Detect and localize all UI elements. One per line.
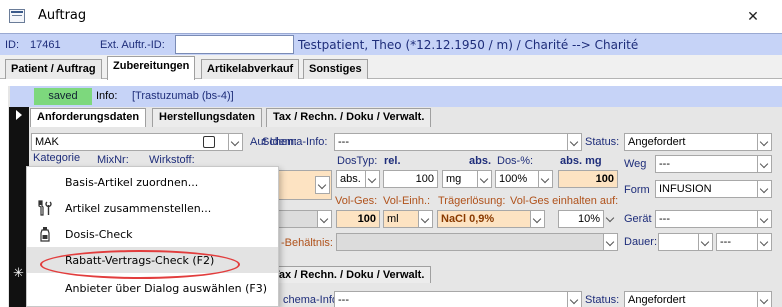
close-button[interactable]: ✕ <box>738 6 768 26</box>
chevron-down-icon[interactable] <box>477 170 492 188</box>
tab-artikelabverkauf[interactable]: Artikelabverkauf <box>201 59 300 79</box>
menu-item-basis-artikel[interactable]: Basis-Artikel zuordnen... <box>27 169 278 195</box>
chevron-down-icon[interactable] <box>757 133 772 151</box>
dauer-label: Dauer: <box>624 236 658 248</box>
behaeltnis-label: -Behältnis: <box>281 237 333 249</box>
status-bar <box>10 86 782 107</box>
chevron-down-icon[interactable] <box>604 210 619 228</box>
chevron-down-icon[interactable] <box>538 170 553 188</box>
tab-herstellungsdaten[interactable]: Herstellungsdaten <box>152 108 262 127</box>
status-select[interactable]: Angefordert <box>624 133 772 151</box>
abs-label: abs. <box>469 155 492 167</box>
status-select-2[interactable]: Angefordert <box>624 291 772 307</box>
extid-input[interactable] <box>175 35 294 54</box>
traeger-select[interactable]: NaCl 0,9% <box>437 210 545 228</box>
chevron-down-icon[interactable] <box>228 133 243 151</box>
menu-item-label: Basis-Artikel zuordnen... <box>65 176 199 189</box>
volges-einhalten-label: Vol-Ges einhalten auf: <box>510 195 619 207</box>
chevron-down-icon[interactable] <box>603 233 618 251</box>
chevron-down-icon[interactable] <box>698 233 713 251</box>
chevron-down-icon[interactable] <box>315 176 330 194</box>
tab-tax-rechn[interactable]: Tax / Rechn. / Doku / Verwalt. <box>266 108 432 127</box>
menu-item-anbieter-dialog[interactable]: Anbieter über Dialog auswählen (F3) <box>27 275 278 301</box>
header-bar: ID: 17461 Ext. Auftr.-ID: Testpatient, T… <box>0 33 782 55</box>
weg-select[interactable]: --- <box>655 155 772 173</box>
current-record-icon <box>16 110 22 120</box>
volges-value[interactable]: 100 <box>336 210 380 228</box>
new-record-icon: ✳ <box>13 265 24 280</box>
title-bar <box>0 0 782 32</box>
geraet-label: Gerät <box>624 213 652 225</box>
weg-label: Weg <box>624 158 647 170</box>
chevron-down-icon[interactable] <box>418 210 433 228</box>
aut-idem-checkbox[interactable] <box>203 136 215 148</box>
chevron-down-icon[interactable] <box>757 155 772 173</box>
tab-patient-auftrag[interactable]: Patient / Auftrag <box>5 59 102 79</box>
chevron-down-icon[interactable] <box>567 291 582 307</box>
abs-mg-value: 100 <box>558 170 618 188</box>
bottle-icon <box>37 226 53 242</box>
context-menu: Basis-Artikel zuordnen... Artikel zusamm… <box>26 166 279 307</box>
tab-anforderungsdaten[interactable]: Anforderungsdaten <box>30 108 147 127</box>
menu-item-label: Anbieter über Dialog auswählen (F3) <box>65 282 268 295</box>
info-value: [Trastuzumab (bs-4)] <box>132 90 234 102</box>
menu-item-artikel-zusammenstellen[interactable]: Artikel zusammenstellen... <box>27 195 278 221</box>
info-label: Info: <box>96 90 118 102</box>
window-title: Auftrag <box>38 8 87 23</box>
geraet-select[interactable]: --- <box>655 210 772 228</box>
chevron-down-icon[interactable] <box>530 210 545 228</box>
form-select[interactable]: INFUSION <box>655 180 772 198</box>
chevron-down-icon[interactable] <box>567 133 582 151</box>
tab-sonstiges[interactable]: Sonstiges <box>303 59 368 79</box>
kategorie-label: Kategorie <box>33 152 81 164</box>
wirkstoff-label: Wirkstoff: <box>149 154 195 166</box>
mixnr-label: MixNr: <box>97 154 129 166</box>
schema-info-select-2[interactable]: --- <box>334 291 582 307</box>
form-icon <box>9 9 25 23</box>
status-label-2: Status: <box>585 294 620 306</box>
schema-info-label-2: chema-Info: <box>283 294 342 306</box>
chevron-down-icon[interactable] <box>365 170 380 188</box>
saved-badge: saved <box>34 88 92 105</box>
chevron-down-icon[interactable] <box>317 210 332 228</box>
chevron-down-icon[interactable] <box>757 233 772 251</box>
chevron-down-icon[interactable] <box>757 291 772 307</box>
id-label: ID: <box>5 39 20 51</box>
status-label: Status: <box>585 136 620 148</box>
menu-item-label: Artikel zusammenstellen... <box>65 202 212 215</box>
chevron-down-icon[interactable] <box>757 180 772 198</box>
menu-item-dosis-check[interactable]: Dosis-Check <box>27 221 278 247</box>
top-tab-bar: Patient / Auftrag Zubereitungen Artikela… <box>0 55 782 80</box>
schema-info-label: Schema-Info: <box>262 136 328 148</box>
menu-item-label: Dosis-Check <box>65 228 133 241</box>
form-label: Form <box>624 184 650 196</box>
id-value: 17461 <box>30 39 61 51</box>
behaeltnis-select[interactable] <box>336 233 618 251</box>
traeger-label: Trägerlösung: <box>438 195 506 207</box>
einhalten-select[interactable]: 10% <box>558 210 604 228</box>
volges-label: Vol-Ges: <box>335 195 378 207</box>
voleinh-label: Vol-Einh.: <box>383 195 431 207</box>
tools-icon <box>37 200 53 216</box>
patient-info: Testpatient, Theo (*12.12.1950 / m) / Ch… <box>298 38 639 52</box>
highlight-circle <box>40 250 240 279</box>
dose-input[interactable]: 100 <box>383 170 438 188</box>
schema-info-select[interactable]: --- <box>334 133 582 151</box>
dostyp-label: DosTyp: <box>337 155 378 167</box>
extid-label: Ext. Auftr.-ID: <box>100 39 165 51</box>
abs-mg-label: abs. mg <box>560 155 602 167</box>
chevron-down-icon[interactable] <box>757 210 772 228</box>
dos-pct-label: Dos-%: <box>497 155 534 167</box>
rel-label: rel. <box>384 155 401 167</box>
tab-zubereitungen[interactable]: Zubereitungen <box>107 56 196 80</box>
